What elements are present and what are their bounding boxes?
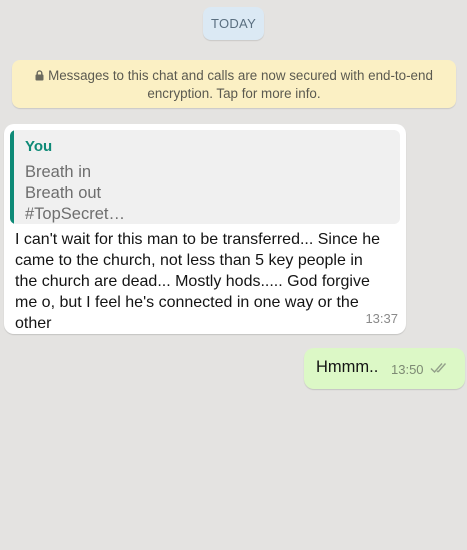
incoming-message-text: I can't wait for this man to be transfer…	[15, 229, 400, 334]
outgoing-message-bubble[interactable]: Hmmm.. 13:50	[304, 348, 465, 389]
date-divider: TODAY	[203, 7, 264, 40]
incoming-message-time: 13:37	[365, 311, 398, 326]
outgoing-message-text: Hmmm..	[316, 358, 379, 376]
message-line: I can't wait for this man to be transfer…	[15, 231, 381, 248]
lock-icon	[35, 70, 44, 81]
message-line: other	[15, 315, 52, 332]
incoming-message-bubble[interactable]: You Breath in Breath out #TopSecret… I c…	[4, 124, 406, 334]
encryption-notice[interactable]: Messages to this chat and calls are now …	[12, 60, 456, 108]
double-check-icon	[430, 363, 447, 374]
quoted-author: You	[25, 138, 53, 155]
message-line: came to the church, not less than 5 key …	[15, 252, 363, 269]
outgoing-message-time: 13:50	[391, 362, 424, 377]
encryption-notice-line-1: Messages to this chat and calls are now …	[26, 67, 442, 85]
quoted-message[interactable]: You Breath in Breath out #TopSecret…	[10, 130, 400, 224]
message-line: the church are dead... Mostly hods..... …	[15, 273, 370, 290]
quoted-text: Breath in Breath out #TopSecret…	[25, 162, 385, 224]
quoted-line: Breath out	[25, 184, 102, 202]
encryption-notice-text-1: Messages to this chat and calls are now …	[48, 68, 433, 83]
quoted-line: #TopSecret…	[25, 205, 125, 223]
encryption-notice-line-2: encryption. Tap for more info.	[147, 85, 321, 101]
quoted-line: Breath in	[25, 163, 92, 181]
message-line: me o, but I feel he's connected in one w…	[15, 294, 359, 311]
quote-accent-bar	[10, 130, 14, 224]
